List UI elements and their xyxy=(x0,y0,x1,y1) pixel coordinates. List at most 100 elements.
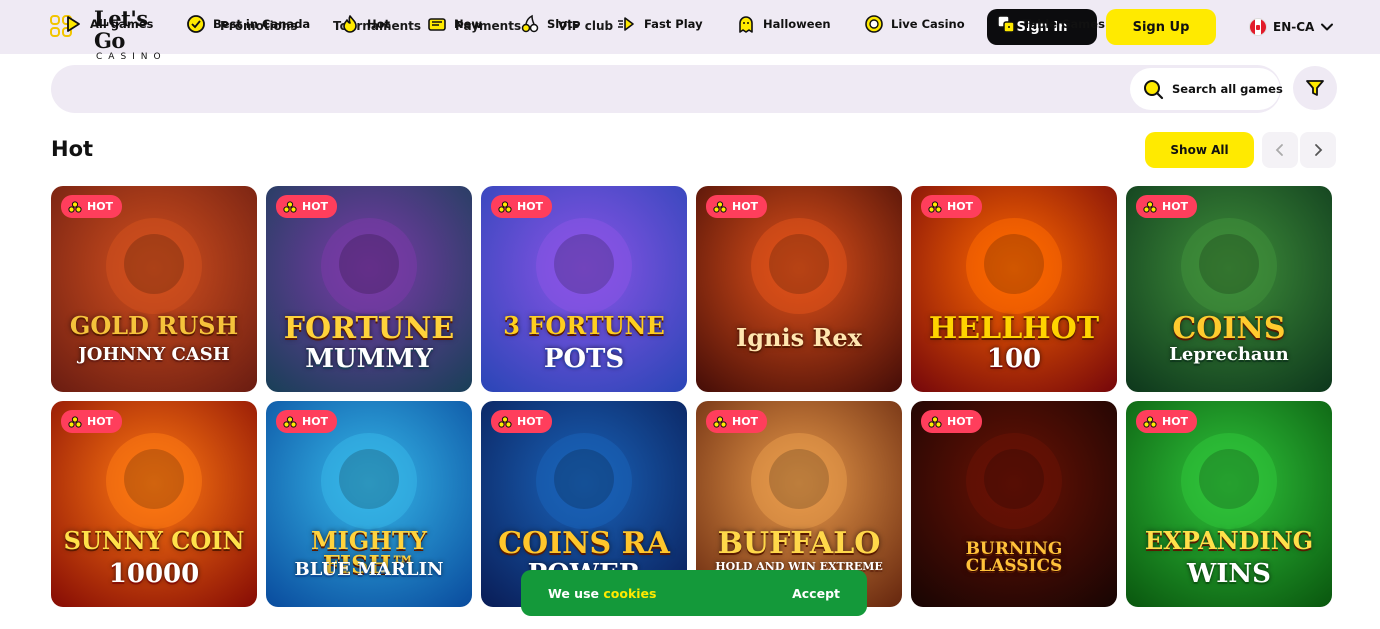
search-games-button[interactable]: Search all games xyxy=(1130,68,1283,110)
filter-icon xyxy=(1306,80,1324,96)
category-halloween[interactable]: Halloween xyxy=(736,12,831,36)
fast-forward-icon xyxy=(618,17,634,31)
game-subtitle: MUMMY xyxy=(305,344,433,374)
game-title: EXPANDING xyxy=(1144,526,1314,555)
chevron-right-icon xyxy=(1315,144,1323,156)
cookie-banner: We use cookies Accept xyxy=(521,570,867,616)
game-tile[interactable]: 3 FORTUNE POTS HOT xyxy=(481,186,687,392)
game-subtitle: WINS xyxy=(1187,559,1271,589)
game-tile[interactable]: MIGHTY FISH™ BLUE MARLIN HOT xyxy=(266,401,472,607)
hot-badge-label: HOT xyxy=(517,415,544,428)
new-badge-icon xyxy=(428,18,446,31)
game-title: GOLD RUSH xyxy=(69,311,239,340)
play-icon xyxy=(67,16,80,32)
maple-badge-icon xyxy=(187,15,205,33)
category-slots[interactable]: Slots xyxy=(520,12,579,36)
game-subtitle: BLUE MARLIN xyxy=(294,559,444,580)
game-tile[interactable]: COINS Leprechaun HOT xyxy=(1126,186,1332,392)
canada-flag-icon xyxy=(1249,18,1267,36)
cookies-link[interactable]: cookies xyxy=(603,586,656,601)
hot-badge: HOT xyxy=(61,195,123,218)
game-title: FORTUNE xyxy=(283,311,455,346)
ghost-icon xyxy=(739,16,753,33)
hot-badge-label: HOT xyxy=(302,200,329,213)
game-title: HELLHOT xyxy=(928,311,1100,346)
hot-badge: HOT xyxy=(491,410,553,433)
coins-stack-icon xyxy=(498,200,512,213)
hot-badge: HOT xyxy=(276,195,338,218)
hot-badge-label: HOT xyxy=(732,415,759,428)
category-live-casino[interactable]: Live Casino xyxy=(864,12,965,36)
hot-badge-label: HOT xyxy=(947,415,974,428)
chevron-left-icon xyxy=(1275,144,1283,156)
hot-badge-label: HOT xyxy=(302,415,329,428)
game-tile[interactable]: GOLD RUSH JOHNNY CASH HOT xyxy=(51,186,257,392)
hot-badge: HOT xyxy=(491,195,553,218)
game-tile[interactable]: SUNNY COIN 10000 HOT xyxy=(51,401,257,607)
search-icon xyxy=(1144,80,1164,100)
game-title: Ignis Rex xyxy=(736,323,862,352)
hot-badge: HOT xyxy=(706,410,768,433)
cookie-message: We use cookies xyxy=(548,585,657,601)
game-title: BURNING CLASSICS xyxy=(965,539,1063,576)
coins-stack-icon xyxy=(68,200,82,213)
coins-stack-icon xyxy=(283,415,297,428)
game-subtitle: Leprechaun xyxy=(1169,344,1289,365)
hot-badge-label: HOT xyxy=(732,200,759,213)
coins-stack-icon xyxy=(928,415,942,428)
category-best-in-canada[interactable]: Best in Canada xyxy=(186,12,310,36)
game-tile[interactable]: EXPANDING WINS HOT xyxy=(1126,401,1332,607)
category-hot[interactable]: Hot xyxy=(340,12,390,36)
sign-up-button[interactable]: Sign Up xyxy=(1106,9,1216,45)
hot-badge-label: HOT xyxy=(1162,200,1189,213)
game-title: COINS RA xyxy=(498,526,670,561)
game-tile[interactable]: FORTUNE MUMMY HOT xyxy=(266,186,472,392)
coins-stack-icon xyxy=(1143,415,1157,428)
coins-stack-icon xyxy=(1143,200,1157,213)
coins-stack-icon xyxy=(713,415,727,428)
coins-stack-icon xyxy=(928,200,942,213)
hot-badge: HOT xyxy=(276,410,338,433)
game-title: COINS xyxy=(1172,311,1286,346)
hot-badge-label: HOT xyxy=(947,200,974,213)
accept-cookies-button[interactable]: Accept xyxy=(792,586,840,601)
chevron-down-icon xyxy=(1321,23,1334,31)
hot-badge-label: HOT xyxy=(87,200,114,213)
coins-stack-icon xyxy=(283,200,297,213)
game-tile[interactable]: BURNING CLASSICS HOT xyxy=(911,401,1117,607)
filter-button[interactable] xyxy=(1293,66,1337,110)
game-subtitle: POTS xyxy=(543,344,625,374)
hot-badge: HOT xyxy=(921,195,983,218)
hot-badge: HOT xyxy=(61,410,123,433)
category-all-games[interactable]: All games xyxy=(63,12,153,36)
game-subtitle: 100 xyxy=(986,344,1042,374)
hot-badge: HOT xyxy=(1136,195,1198,218)
game-title: SUNNY COIN xyxy=(63,526,245,555)
hot-badge-label: HOT xyxy=(87,415,114,428)
hot-badge: HOT xyxy=(921,410,983,433)
game-tile[interactable]: Ignis Rex HOT xyxy=(696,186,902,392)
chip-icon xyxy=(865,15,883,33)
coins-stack-icon xyxy=(498,415,512,428)
game-title: BUFFALO xyxy=(717,526,881,561)
category-fast-play[interactable]: Fast Play xyxy=(617,12,703,36)
carousel-next-button[interactable] xyxy=(1300,132,1336,168)
language-label: EN-CA xyxy=(1273,20,1315,34)
show-all-button[interactable]: Show All xyxy=(1145,132,1254,168)
hot-badge: HOT xyxy=(1136,410,1198,433)
category-new[interactable]: New xyxy=(427,12,482,36)
game-subtitle: JOHNNY CASH xyxy=(78,344,230,365)
dice-icon xyxy=(997,15,1015,33)
game-title: 3 FORTUNE xyxy=(503,311,665,340)
game-tile[interactable]: HELLHOT 100 HOT xyxy=(911,186,1117,392)
category-bar xyxy=(51,65,1281,113)
carousel-prev-button[interactable] xyxy=(1262,132,1298,168)
hot-badge: HOT xyxy=(706,195,768,218)
coins-stack-icon xyxy=(68,415,82,428)
flame-icon xyxy=(343,15,357,33)
language-selector[interactable]: EN-CA xyxy=(1249,17,1334,37)
hot-badge-label: HOT xyxy=(517,200,544,213)
cherries-icon xyxy=(521,14,539,33)
hot-badge-label: HOT xyxy=(1162,415,1189,428)
category-table-games[interactable]: Table Games xyxy=(996,12,1105,36)
